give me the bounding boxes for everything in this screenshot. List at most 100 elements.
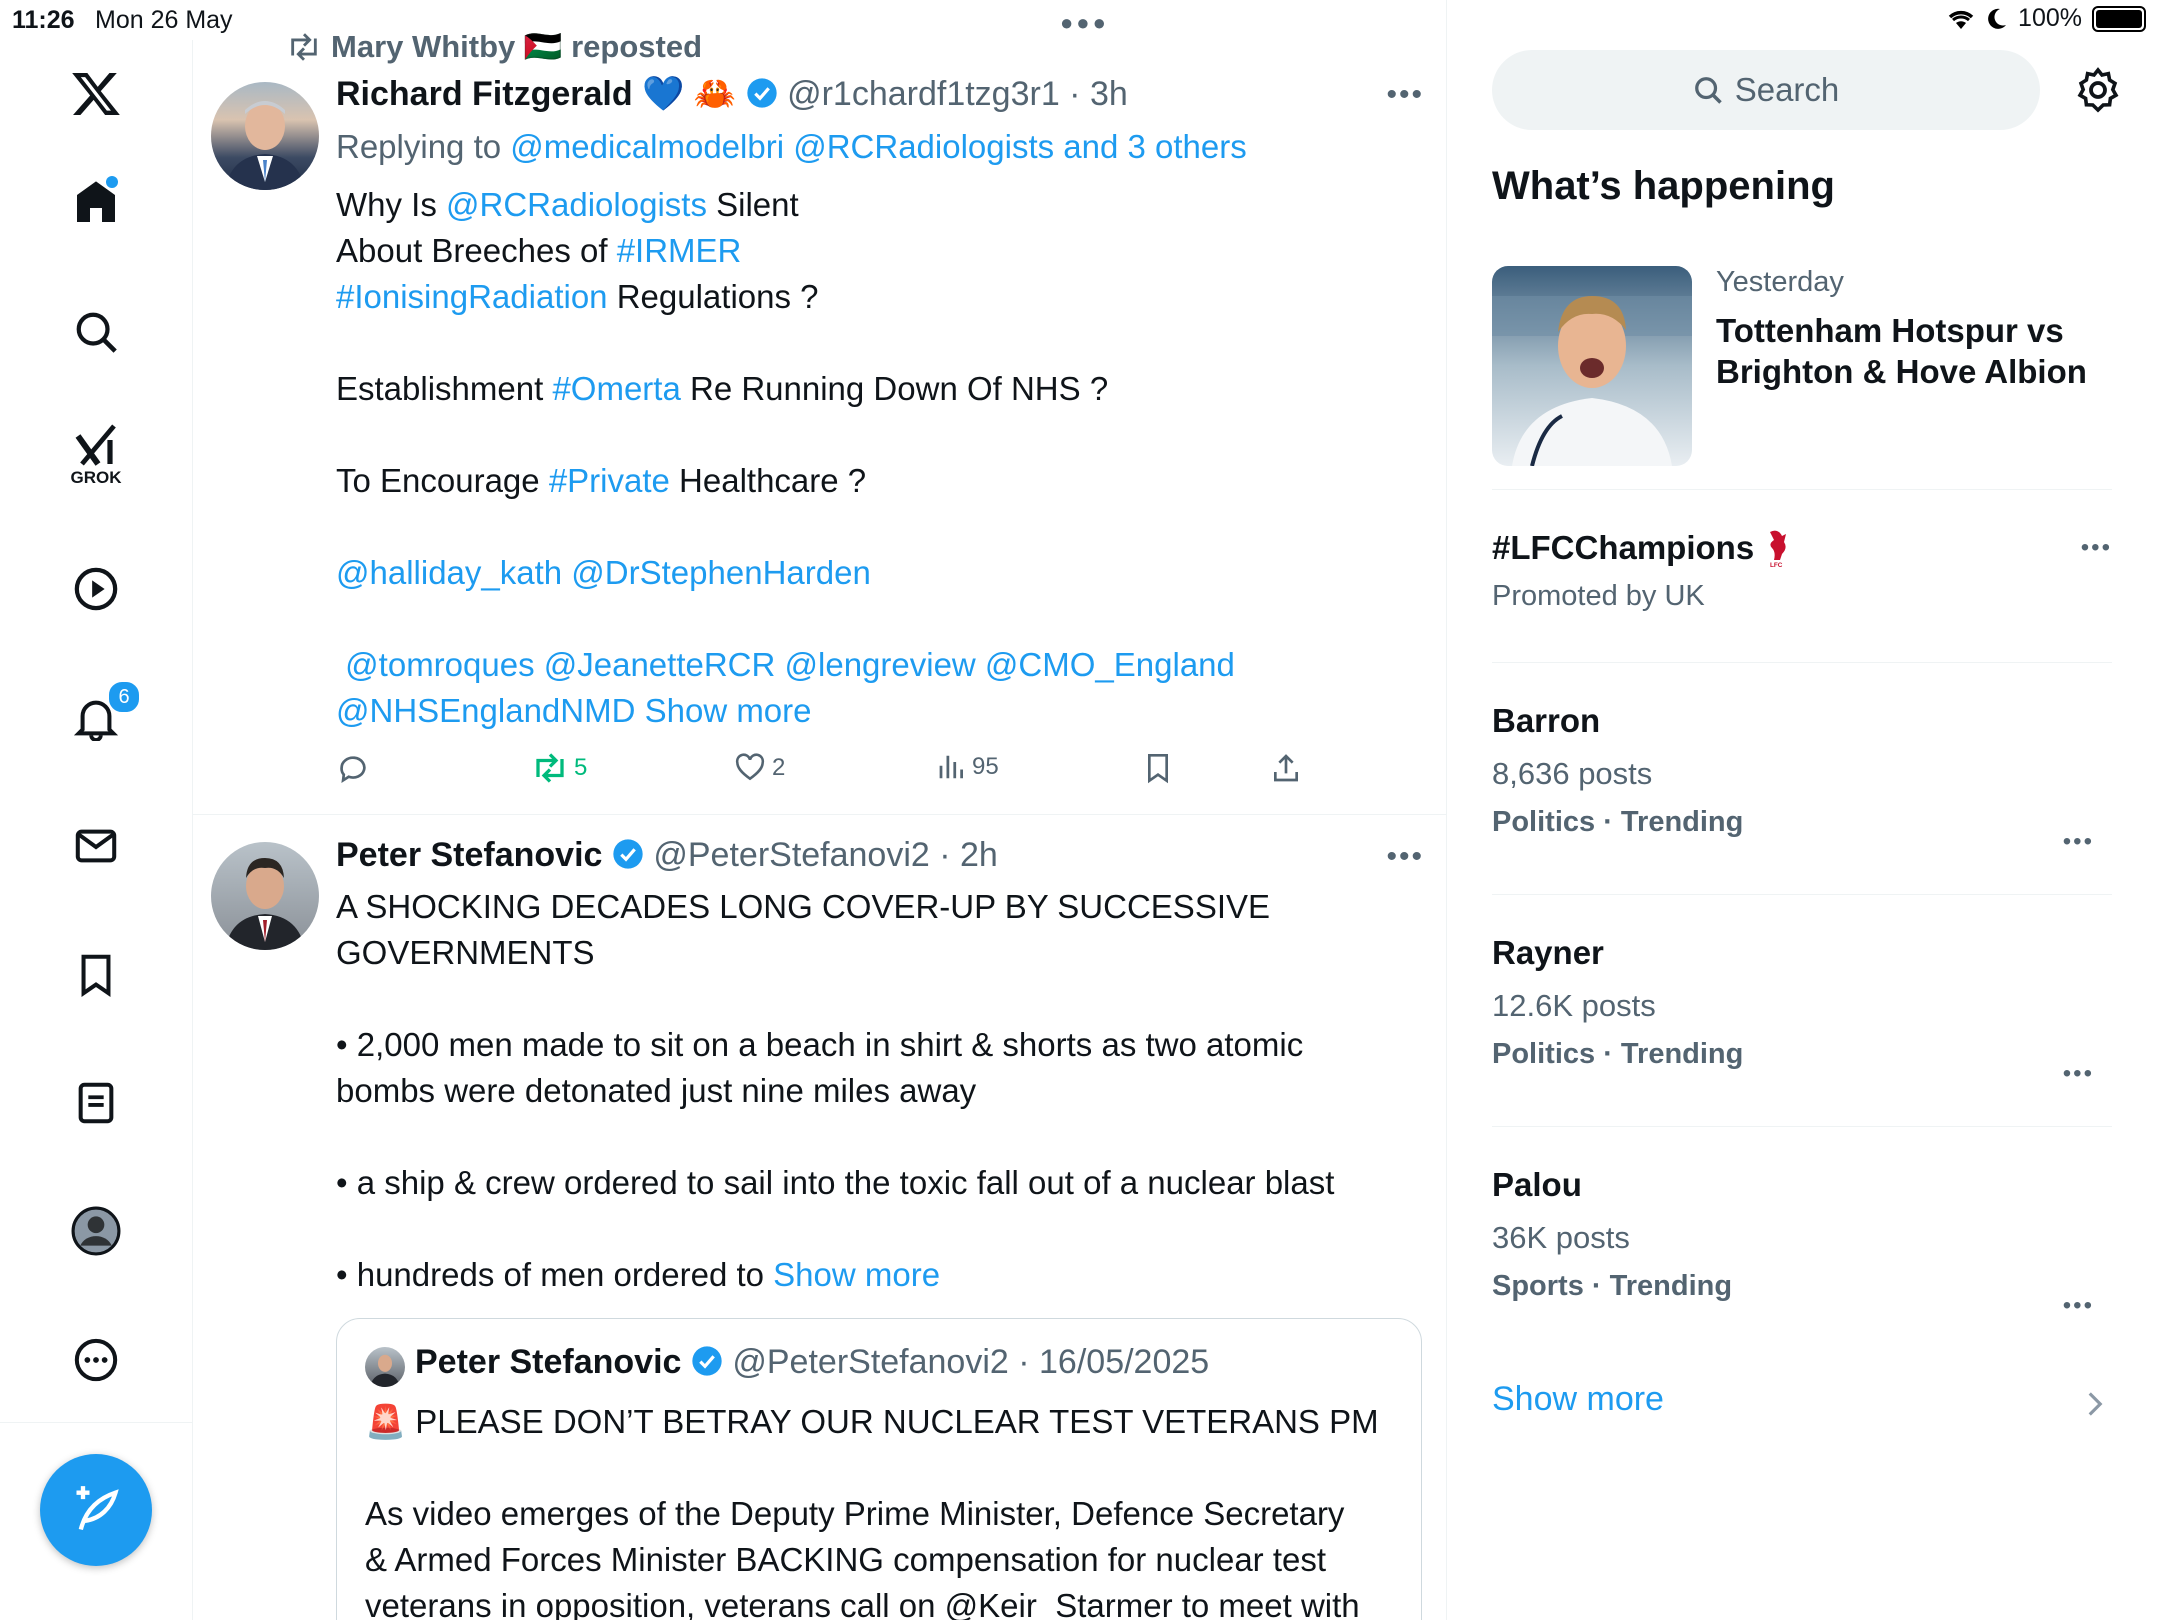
hashtag-link[interactable]: #Omerta: [552, 370, 680, 407]
verified-icon: [746, 78, 777, 108]
show-more-link[interactable]: @NHSEnglandNMD Show more: [336, 688, 1235, 734]
text-line: As video emerges of the Deputy Prime Min…: [365, 1495, 1345, 1532]
text-span: Establishment: [336, 370, 553, 407]
grok-label: GROK: [70, 468, 122, 487]
views-button[interactable]: 95: [936, 752, 999, 782]
trend-item[interactable]: Barron 8,636 posts Politics · Trending •…: [1492, 702, 2112, 862]
post-menu-icon[interactable]: •••: [1386, 840, 1424, 874]
author-name[interactable]: Richard Fitzgerald 💙 🦀: [336, 75, 736, 113]
text-span: About Breeches of: [336, 232, 617, 269]
svg-text:LFC: LFC: [1770, 562, 1783, 568]
quote-header: Peter Stefanovic @PeterStefanovi2 · 16/0…: [415, 1343, 1209, 1382]
reply-prefix: Replying to: [336, 128, 511, 165]
show-more-label: Show more: [1492, 1380, 1664, 1418]
post-text: A SHOCKING DECADES LONG COVER-UP BY SUCC…: [336, 884, 1416, 1298]
text-span: Re Running Down Of NHS ?: [680, 370, 1109, 407]
home-unread-dot: [106, 176, 118, 188]
post[interactable]: Mary Whitby 🇵🇸 reposted Richard Fitzgera…: [192, 0, 1446, 816]
like-button[interactable]: 2: [734, 752, 785, 784]
search-input[interactable]: Search: [1492, 50, 2040, 130]
text-span: • hundreds of men ordered to: [336, 1256, 774, 1293]
left-nav: GROK 6: [0, 40, 193, 1620]
avatar[interactable]: [211, 82, 319, 190]
featured-time: Yesterday: [1716, 266, 1844, 298]
text-line: bombs were detonated just nine miles awa…: [336, 1072, 977, 1109]
author-handle[interactable]: @r1chardf1tzg3r1 · 3h: [787, 75, 1128, 113]
quote-handle: @PeterStefanovi2 · 16/05/2025: [732, 1343, 1210, 1381]
notification-badge: 6: [107, 680, 141, 714]
trend-menu-icon[interactable]: •••: [2063, 1060, 2094, 1088]
text-span: Silent: [706, 186, 799, 223]
trend-category: Politics · Trending: [1492, 1038, 1744, 1070]
trend-posts: 12.6K posts: [1492, 988, 1656, 1023]
repost-button[interactable]: 5: [532, 752, 587, 784]
promoted-tag: #LFCChampions: [1492, 529, 1755, 566]
status-time: 11:26: [12, 6, 75, 34]
trend-menu-icon[interactable]: •••: [2081, 534, 2112, 562]
lfc-liverbird-icon: LFC: [1770, 530, 1787, 568]
mention-link[interactable]: @halliday_kath @DrStephenHarden: [336, 550, 1235, 596]
like-count: 2: [772, 754, 786, 781]
home-icon[interactable]: [62, 168, 130, 236]
hashtag-link[interactable]: #IonisingRadiation: [336, 278, 608, 315]
x-logo-icon[interactable]: [62, 60, 130, 128]
hashtag-link[interactable]: #Private: [549, 462, 670, 499]
post-header: Richard Fitzgerald 💙 🦀 @r1chardf1tzg3r1 …: [336, 74, 1128, 114]
post-menu-icon[interactable]: •••: [1386, 78, 1424, 112]
text-line: • a ship & crew ordered to sail into the…: [336, 1164, 1335, 1201]
video-icon[interactable]: [62, 555, 130, 623]
promoted-by: Promoted by UK: [1492, 580, 1705, 612]
promoted-tag-row: #LFCChampions LFC: [1492, 528, 2112, 568]
text-span: Regulations ?: [607, 278, 819, 315]
grok-icon[interactable]: GROK: [62, 422, 130, 490]
text-line: A SHOCKING DECADES LONG COVER-UP BY SUCC…: [336, 888, 1271, 925]
trend-category: Politics · Trending: [1492, 806, 1744, 838]
reply-icon: [340, 756, 366, 783]
trend-item[interactable]: Rayner 12.6K posts Politics · Trending •…: [1492, 934, 2112, 1094]
gear-icon: [2077, 67, 2119, 113]
trend-divider: [1492, 662, 2112, 663]
messages-icon[interactable]: [62, 812, 130, 880]
nav-divider: [0, 1422, 192, 1423]
bookmark-icon: [1148, 754, 1168, 784]
trend-menu-icon[interactable]: •••: [2063, 828, 2094, 856]
trend-category: Sports · Trending: [1492, 1270, 1733, 1302]
avatar[interactable]: [211, 842, 319, 950]
promoted-trend[interactable]: #LFCChampions LFC Promoted by UK •••: [1492, 528, 2112, 628]
trend-name: Barron: [1492, 702, 1601, 739]
profile-icon[interactable]: [62, 1197, 130, 1265]
trend-item[interactable]: Palou 36K posts Sports · Trending •••: [1492, 1166, 2112, 1326]
notifications-icon[interactable]: 6: [62, 680, 141, 752]
quoted-post[interactable]: Peter Stefanovic @PeterStefanovi2 · 16/0…: [336, 1318, 1422, 1620]
reply-mentions[interactable]: @medicalmodelbri @RCRadiologists and 3 o…: [510, 128, 1247, 165]
featured-title: Tottenham Hotspur vs Brighton & Hove Alb…: [1716, 310, 2087, 392]
author-handle[interactable]: @PeterStefanovi2 · 2h: [653, 836, 997, 874]
trend-menu-icon[interactable]: •••: [2063, 1292, 2094, 1320]
trend-name: Rayner: [1492, 934, 1604, 971]
settings-button[interactable]: [2074, 66, 2122, 114]
section-heading: What’s happening: [1492, 164, 1835, 208]
bookmarks-icon[interactable]: [62, 941, 130, 1009]
reply-button[interactable]: [336, 752, 370, 786]
featured-title-line: Tottenham Hotspur vs: [1716, 312, 2064, 349]
featured-image: [1492, 266, 1692, 466]
mention-link[interactable]: @tomroques @JeanetteRCR @lengreview @CMO…: [336, 642, 1235, 688]
hashtag-link[interactable]: #IRMER: [617, 232, 742, 269]
share-button[interactable]: [1270, 752, 1302, 784]
repost-icon: [536, 753, 564, 783]
featured-trend[interactable]: Yesterday Tottenham Hotspur vs Brighton …: [1492, 266, 2112, 466]
verified-icon: [613, 839, 643, 869]
show-more-link[interactable]: Show more: [773, 1256, 940, 1293]
compose-button[interactable]: [40, 1454, 152, 1566]
author-name[interactable]: Peter Stefanovic: [336, 836, 602, 874]
search-icon[interactable]: [62, 298, 130, 366]
chevron-right-icon: [2088, 1392, 2103, 1416]
show-more-trends[interactable]: Show more: [1492, 1380, 2112, 1430]
lists-icon[interactable]: [62, 1069, 130, 1137]
trend-divider: [1492, 1126, 2112, 1127]
more-icon[interactable]: [62, 1326, 130, 1394]
post[interactable]: Peter Stefanovic @PeterStefanovi2 · 2h •…: [192, 816, 1446, 1620]
text-span: To Encourage: [336, 462, 549, 499]
mention-link[interactable]: @RCRadiologists: [446, 186, 707, 223]
bookmark-button[interactable]: [1142, 752, 1174, 784]
